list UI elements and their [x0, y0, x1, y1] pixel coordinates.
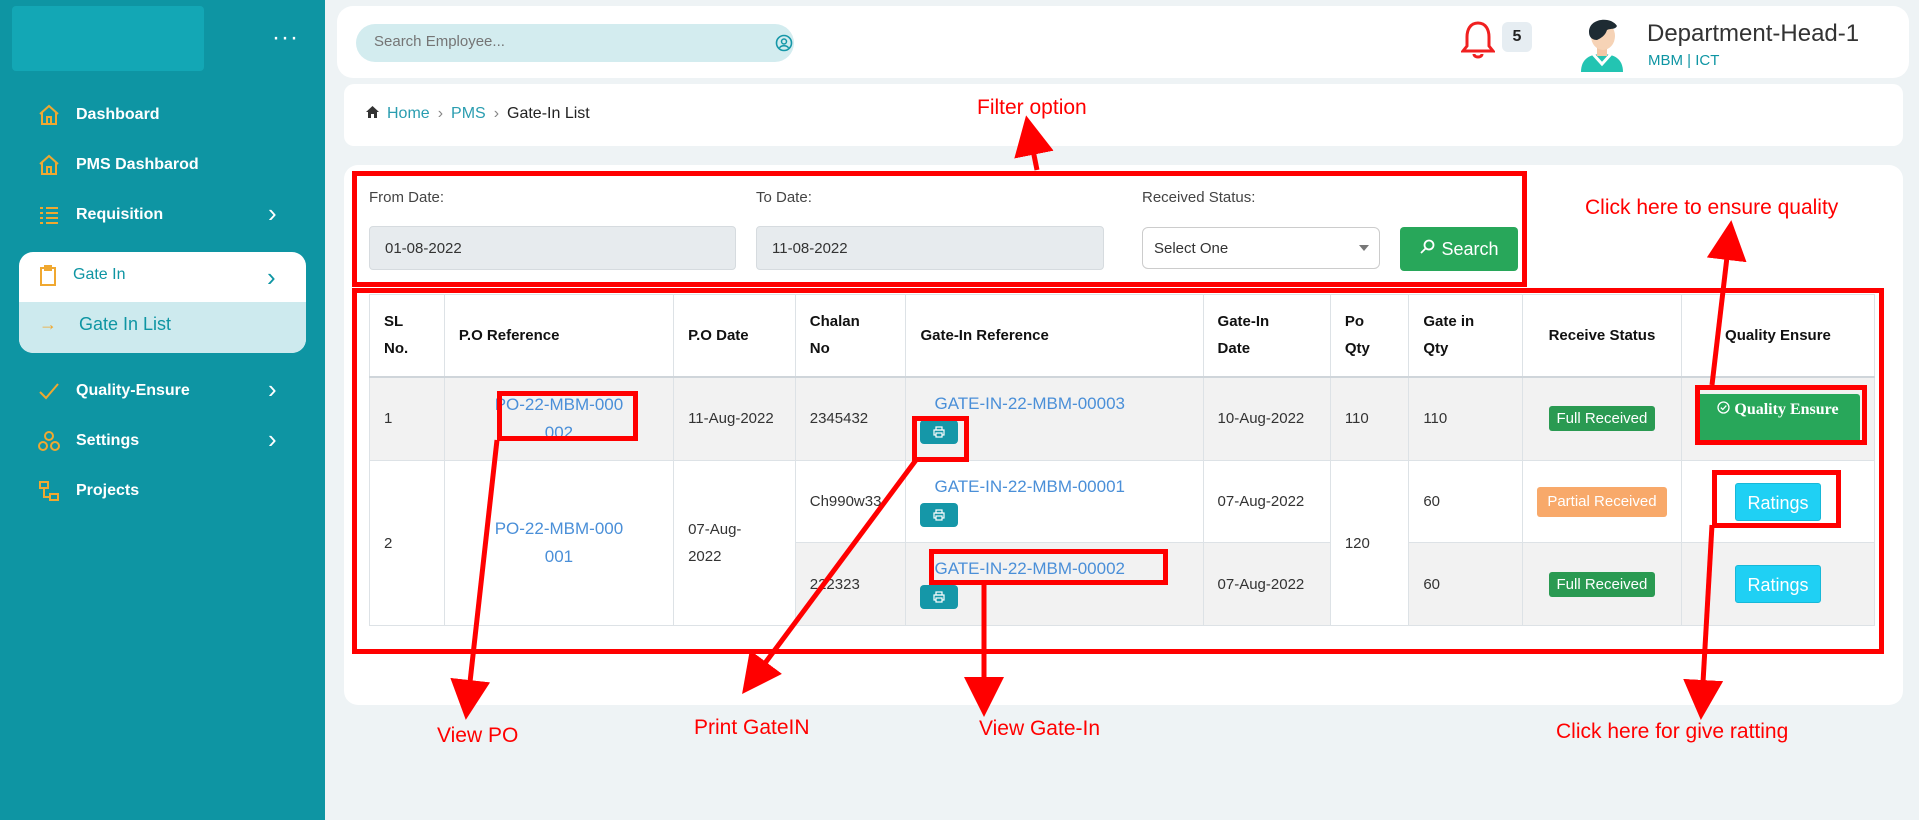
annotation-print-gatein: Print GateIN: [694, 716, 810, 739]
annotation-view-gatein: View Gate-In: [979, 717, 1101, 740]
annotation-view-po: View PO: [437, 724, 519, 747]
annotation-ensure-quality: Click here to ensure quality: [1585, 196, 1839, 219]
annotation-filter-option: Filter option: [977, 96, 1087, 119]
annotation-give-rating: Click here for give ratting: [1556, 720, 1789, 743]
annotation-arrows: [450, 115, 1747, 720]
